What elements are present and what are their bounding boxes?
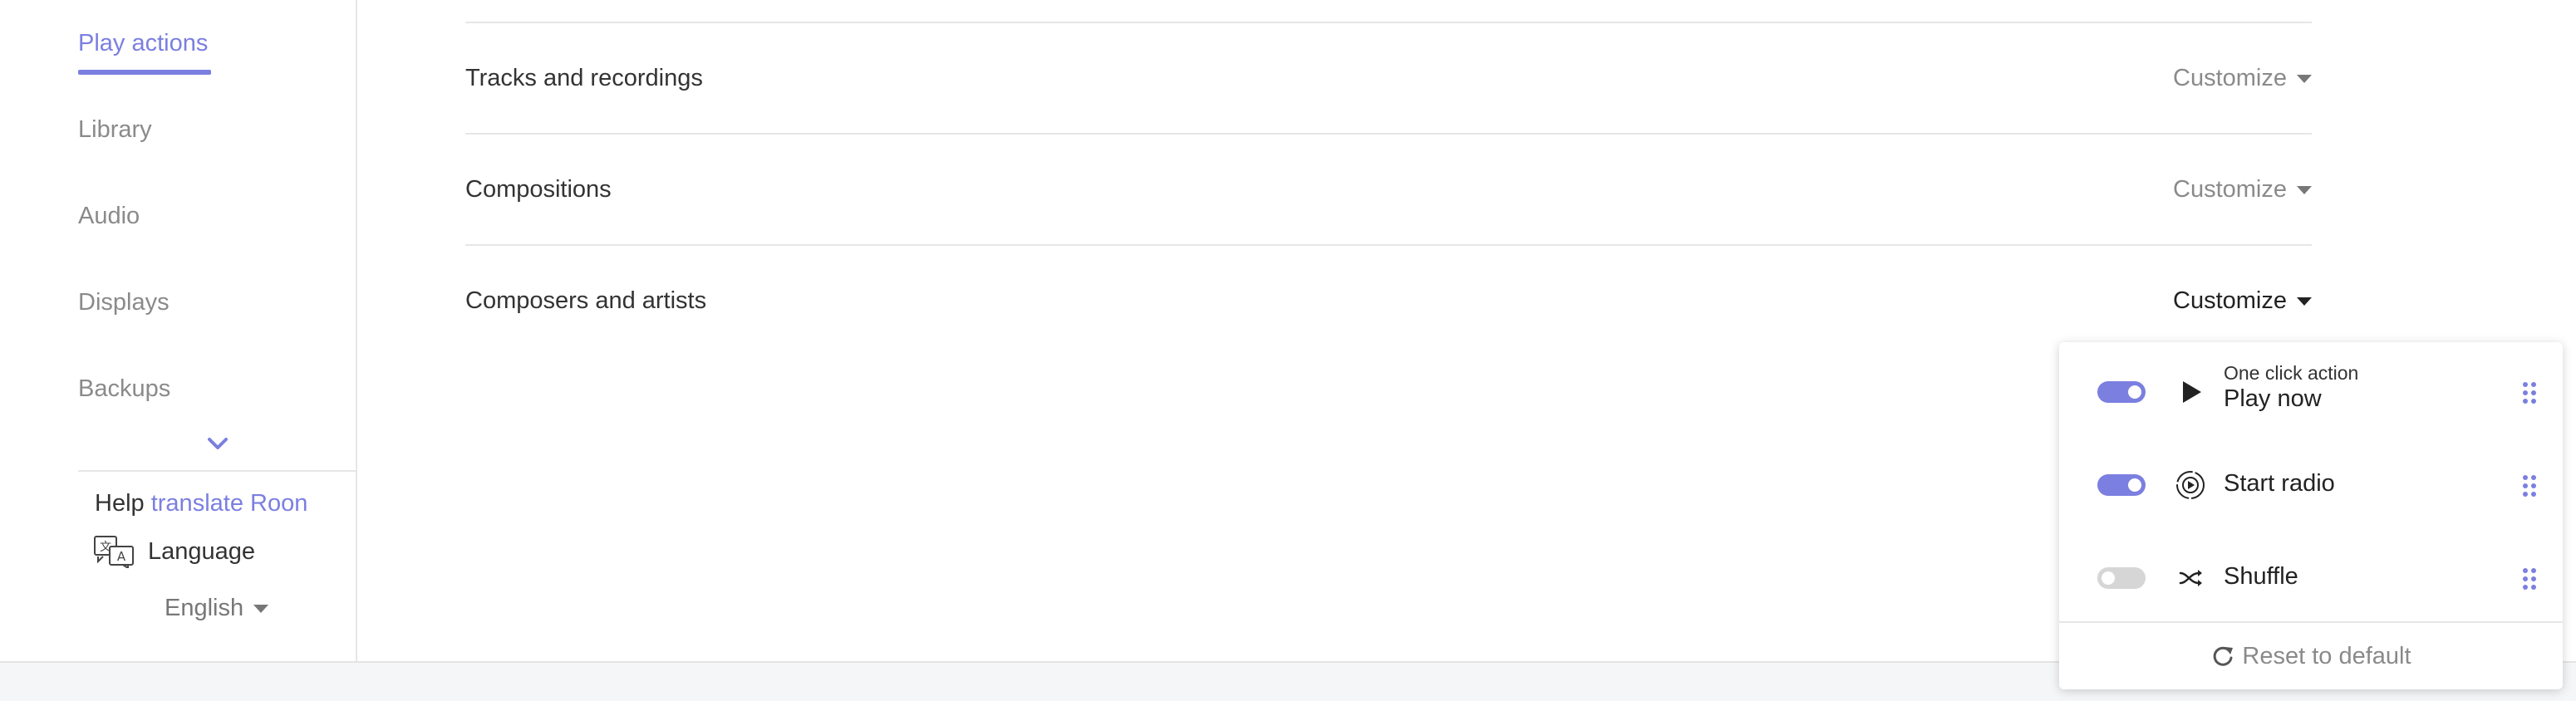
customize-dropdown-compositions[interactable]: Customize bbox=[2173, 176, 2312, 203]
sidebar-item-label: Displays bbox=[78, 289, 170, 316]
row-composers-and-artists: Composers and artists bbox=[465, 287, 707, 314]
sidebar-item-library[interactable]: Library bbox=[78, 116, 152, 144]
shuffle-label: Shuffle bbox=[2224, 563, 2298, 590]
row-divider bbox=[465, 133, 2312, 135]
action-row-start-radio: Start radio bbox=[2059, 435, 2563, 518]
sidebar-item-audio[interactable]: Audio bbox=[78, 203, 140, 230]
drag-handle-icon[interactable] bbox=[2521, 566, 2538, 591]
one-click-action-label: One click action bbox=[2224, 362, 2359, 384]
sidebar-item-label: Backups bbox=[78, 375, 171, 402]
sidebar-item-label: Audio bbox=[78, 203, 140, 229]
reset-to-default-button[interactable]: Reset to default bbox=[2059, 623, 2563, 689]
action-row-play-now: One click action Play now bbox=[2059, 342, 2563, 425]
action-row-shuffle: Shuffle bbox=[2059, 528, 2563, 611]
reset-label: Reset to default bbox=[2242, 642, 2411, 669]
caret-down-icon bbox=[2297, 74, 2312, 83]
drag-handle-icon[interactable] bbox=[2521, 380, 2538, 405]
help-translate: Help translate Roon bbox=[95, 490, 307, 517]
customize-label: Customize bbox=[2173, 65, 2287, 91]
sidebar-item-label: Play actions bbox=[78, 30, 209, 56]
svg-text:A: A bbox=[117, 549, 126, 564]
caret-down-icon bbox=[2297, 297, 2312, 306]
language-row: 文 A Language bbox=[93, 533, 255, 570]
row-compositions: Compositions bbox=[465, 176, 612, 203]
sidebar-item-backups[interactable]: Backups bbox=[78, 375, 170, 403]
customize-dropdown-composers[interactable]: Customize bbox=[2173, 287, 2312, 315]
caret-down-icon bbox=[2297, 185, 2312, 194]
active-tab-underline bbox=[78, 70, 211, 75]
row-tracks-and-recordings: Tracks and recordings bbox=[465, 65, 703, 91]
chevron-down-icon[interactable] bbox=[205, 432, 230, 457]
start-radio-label: Start radio bbox=[2224, 470, 2335, 497]
customize-label: Customize bbox=[2173, 287, 2287, 314]
row-divider bbox=[465, 22, 2312, 23]
caret-down-icon bbox=[253, 604, 269, 613]
shuffle-icon bbox=[2179, 570, 2202, 586]
language-value: English bbox=[165, 595, 244, 621]
sidebar-item-play-actions[interactable]: Play actions bbox=[78, 30, 211, 75]
translate-roon-link[interactable]: translate Roon bbox=[151, 490, 308, 517]
settings-sidebar: Play actions Library Audio Displays Back… bbox=[0, 0, 357, 661]
help-text: Help bbox=[95, 490, 145, 517]
radio-icon bbox=[2176, 471, 2205, 499]
row-divider bbox=[465, 244, 2312, 246]
play-now-label: Play now bbox=[2224, 385, 2322, 412]
refresh-icon bbox=[2214, 646, 2234, 666]
language-label: Language bbox=[148, 537, 256, 565]
play-actions-dropdown: One click action Play now Start radio Sh… bbox=[2059, 342, 2563, 689]
customize-dropdown-tracks[interactable]: Customize bbox=[2173, 65, 2312, 92]
translate-icon: 文 A bbox=[94, 536, 134, 568]
shuffle-toggle[interactable] bbox=[2097, 567, 2146, 589]
customize-label: Customize bbox=[2173, 176, 2287, 203]
sidebar-item-label: Library bbox=[78, 116, 152, 143]
sidebar-item-displays[interactable]: Displays bbox=[78, 289, 170, 316]
drag-handle-icon[interactable] bbox=[2521, 473, 2538, 498]
play-now-toggle[interactable] bbox=[2097, 381, 2146, 403]
play-icon bbox=[2183, 381, 2201, 403]
language-select[interactable]: English bbox=[165, 595, 269, 622]
sidebar-divider bbox=[78, 470, 357, 472]
start-radio-toggle[interactable] bbox=[2097, 474, 2146, 496]
